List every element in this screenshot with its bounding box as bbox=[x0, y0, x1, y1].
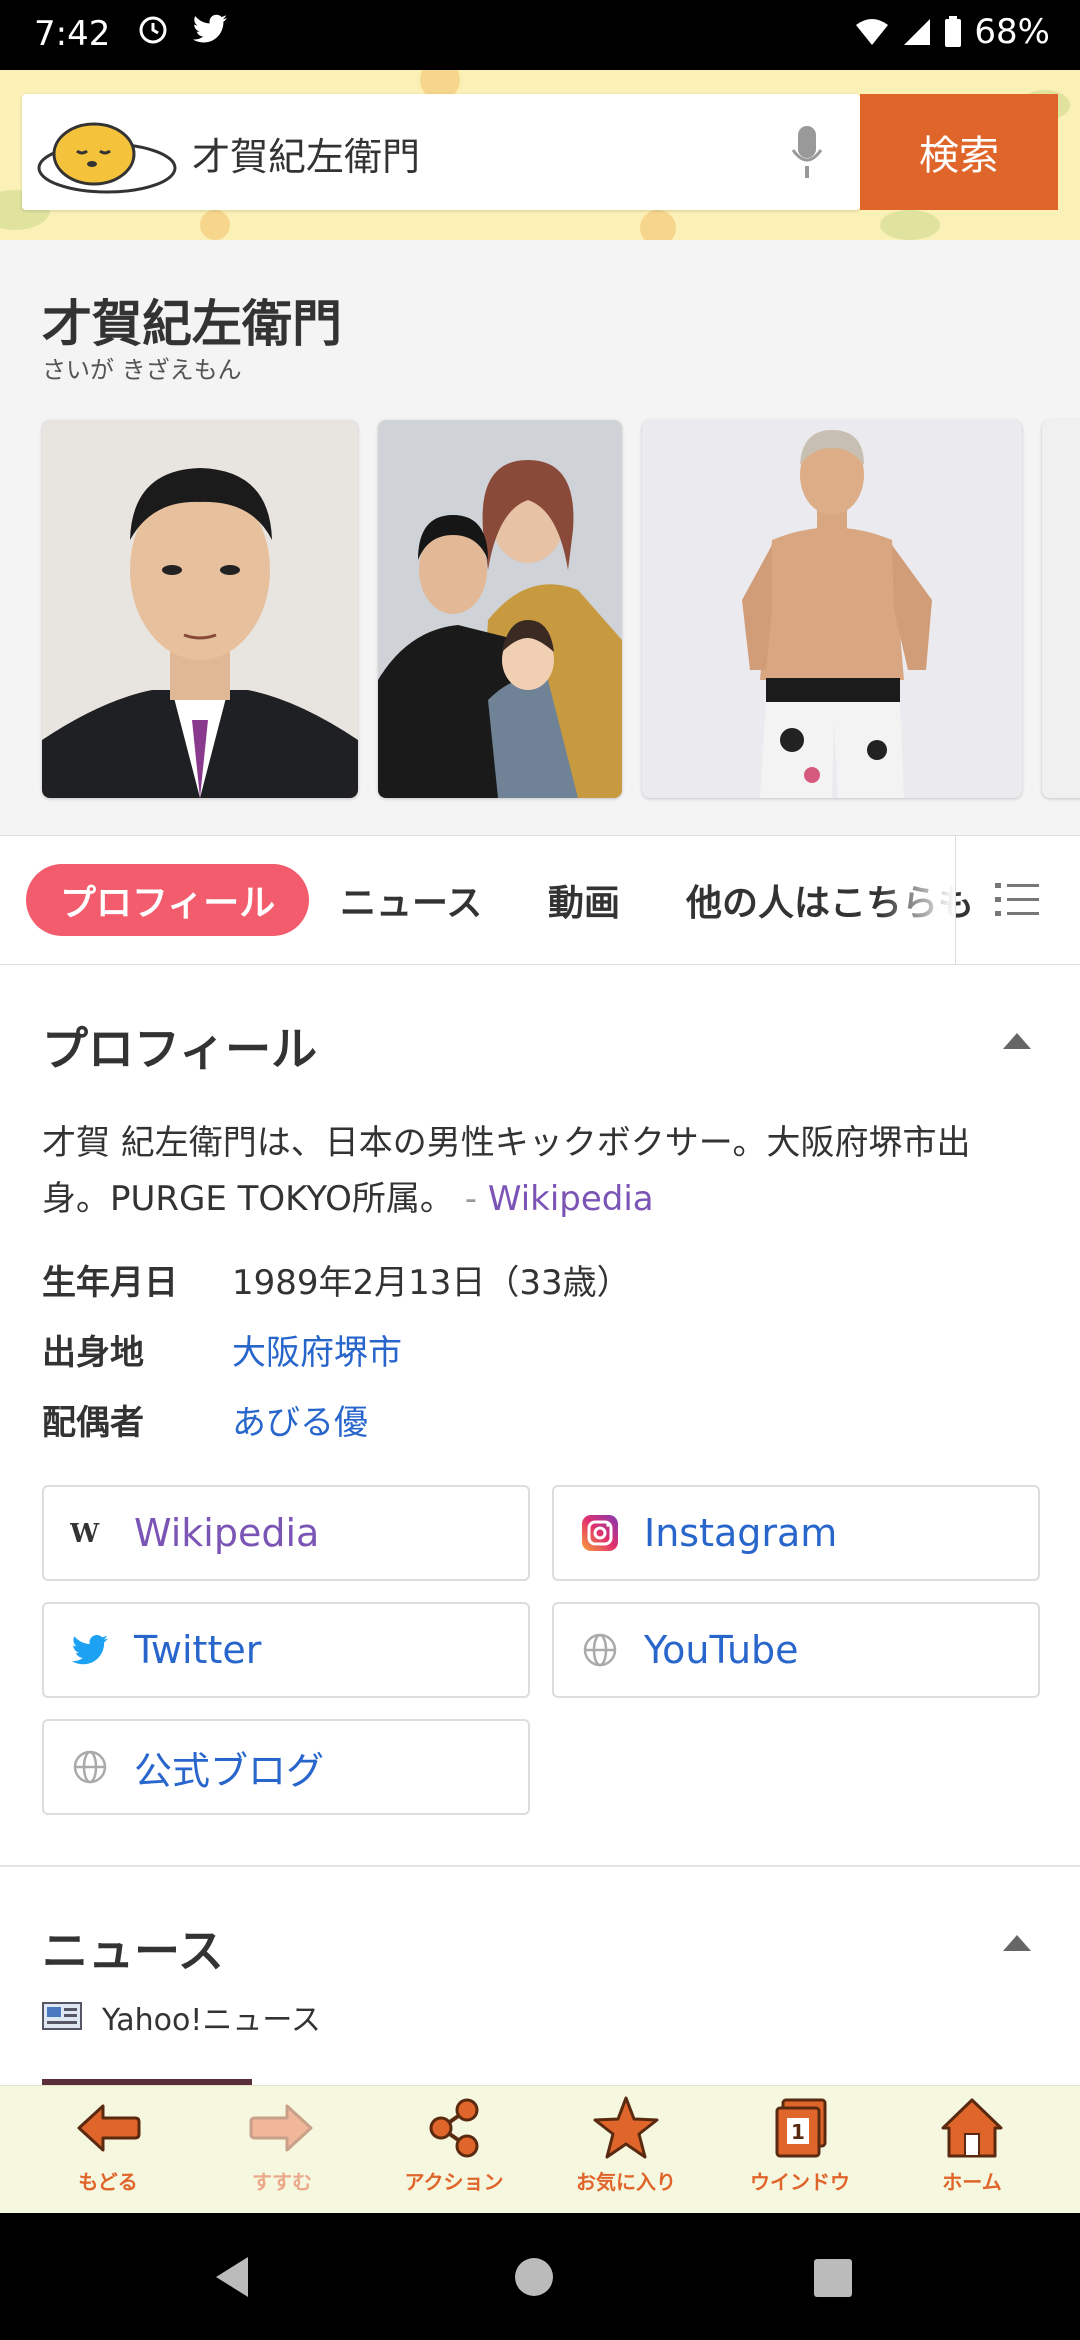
link-card-instagram[interactable]: Instagram bbox=[552, 1485, 1040, 1581]
link-label: YouTube bbox=[644, 1628, 799, 1672]
collapse-arrow-icon[interactable] bbox=[1003, 1033, 1031, 1049]
share-icon bbox=[429, 2098, 479, 2158]
browser-toolbar: もどる すすむ アクション お気に入り 1 ウインドウ ホーム bbox=[0, 2085, 1080, 2213]
profile-description: 才賀 紀左衛門は、日本の男性キックボクサー。大阪府堺市出身。PURGE TOKY… bbox=[42, 1123, 971, 1219]
battery-icon bbox=[945, 16, 962, 47]
image-thumbnail-more[interactable] bbox=[1042, 420, 1080, 798]
tab-profile[interactable]: プロフィール bbox=[26, 864, 310, 936]
fact-value: 1989年2月13日（33歳） bbox=[232, 1263, 631, 1303]
back-arrow-icon bbox=[77, 2104, 141, 2152]
image-thumbnail-portrait[interactable] bbox=[42, 420, 358, 798]
system-home-icon[interactable] bbox=[514, 2257, 554, 2297]
gudetama-mascot-icon bbox=[37, 122, 177, 194]
globe-icon bbox=[70, 1747, 110, 1787]
link-card-youtube[interactable]: YouTube bbox=[552, 1602, 1040, 1698]
system-back-icon[interactable] bbox=[212, 2255, 252, 2299]
news-source-icon bbox=[42, 2002, 82, 2030]
entity-panel: 才賀紀左衛門 さいが きざえもん bbox=[0, 240, 1080, 835]
menu-list-icon[interactable] bbox=[995, 881, 1039, 919]
image-thumbnail-family[interactable] bbox=[378, 420, 622, 798]
search-header: 才賀紀左衛門 検索 bbox=[0, 70, 1080, 240]
status-bar: 7:42 68% bbox=[0, 0, 1080, 70]
entity-tabs: プロフィール ニュース 動画 他の人はこちらも bbox=[0, 835, 1080, 965]
twitter-status-icon bbox=[192, 14, 227, 43]
star-icon bbox=[593, 2096, 659, 2159]
fact-label: 生年月日 bbox=[42, 1263, 178, 1303]
status-time: 7:42 bbox=[34, 14, 111, 54]
forward-button[interactable]: すすむ bbox=[212, 2094, 352, 2210]
link-card-wikipedia[interactable]: W Wikipedia bbox=[42, 1485, 530, 1581]
profile-section: プロフィール 才賀 紀左衛門は、日本の男性キックボクサー。大阪府堺市出身。PUR… bbox=[0, 965, 1080, 1865]
news-source: Yahoo!ニュース bbox=[42, 1995, 321, 2039]
fact-value-link[interactable]: 大阪府堺市 bbox=[232, 1325, 402, 1374]
system-recents-icon[interactable] bbox=[814, 2259, 852, 2297]
image-thumbnail-fighter[interactable] bbox=[642, 420, 1022, 798]
profile-title: プロフィール bbox=[42, 1022, 318, 1076]
svg-text:W: W bbox=[70, 1519, 100, 1548]
search-query[interactable]: 才賀紀左衛門 bbox=[192, 126, 420, 181]
link-card-twitter[interactable]: Twitter bbox=[42, 1602, 530, 1698]
news-title: ニュース bbox=[42, 1924, 224, 1978]
microphone-icon[interactable] bbox=[790, 124, 824, 180]
battery-percent: 68% bbox=[974, 12, 1050, 52]
link-label: 公式ブログ bbox=[134, 1748, 325, 1793]
fact-spouse: 配偶者 あびる優 bbox=[42, 1395, 368, 1444]
fact-label: 配偶者 bbox=[42, 1403, 144, 1443]
fact-birthdate: 生年月日 1989年2月13日（33歳） bbox=[42, 1255, 631, 1304]
fact-value-link[interactable]: あびる優 bbox=[232, 1395, 368, 1444]
link-card-official-blog[interactable]: 公式ブログ bbox=[42, 1719, 530, 1815]
entity-name: 才賀紀左衛門 bbox=[42, 295, 342, 353]
search-button[interactable]: 検索 bbox=[860, 94, 1058, 210]
tab-news[interactable]: ニュース bbox=[340, 864, 482, 936]
window-button[interactable]: 1 ウインドウ bbox=[730, 2094, 870, 2210]
link-label: Wikipedia bbox=[134, 1511, 320, 1555]
entity-reading: さいが きざえもん bbox=[42, 356, 242, 384]
instagram-icon bbox=[580, 1513, 620, 1553]
link-label: Instagram bbox=[644, 1511, 838, 1555]
system-navigation-bar bbox=[0, 2213, 1080, 2340]
fact-birthplace: 出身地 大阪府堺市 bbox=[42, 1325, 402, 1374]
tab-video[interactable]: 動画 bbox=[548, 864, 620, 936]
back-button[interactable]: もどる bbox=[38, 2094, 178, 2210]
favorites-button[interactable]: お気に入り bbox=[556, 2094, 696, 2210]
collapse-arrow-icon[interactable] bbox=[1003, 1935, 1031, 1951]
forward-arrow-icon bbox=[249, 2104, 313, 2152]
news-section: ニュース Yahoo!ニュース bbox=[0, 1865, 1080, 2087]
fact-label: 出身地 bbox=[42, 1333, 144, 1373]
signal-icon bbox=[904, 19, 931, 45]
search-box[interactable]: 才賀紀左衛門 bbox=[22, 94, 860, 210]
link-label: Twitter bbox=[134, 1628, 262, 1672]
alarm-icon bbox=[139, 16, 167, 44]
window-icon: 1 bbox=[775, 2098, 827, 2158]
wifi-icon bbox=[856, 19, 889, 45]
wikipedia-icon: W bbox=[70, 1513, 110, 1553]
action-button[interactable]: アクション bbox=[384, 2094, 524, 2210]
home-button[interactable]: ホーム bbox=[902, 2094, 1042, 2210]
home-icon bbox=[941, 2098, 1003, 2158]
description-source-link[interactable]: Wikipedia bbox=[488, 1179, 654, 1219]
window-count-badge: 1 bbox=[791, 2120, 805, 2144]
twitter-icon bbox=[70, 1630, 110, 1670]
news-source-label: Yahoo!ニュース bbox=[102, 2003, 321, 2038]
globe-icon bbox=[580, 1630, 620, 1670]
